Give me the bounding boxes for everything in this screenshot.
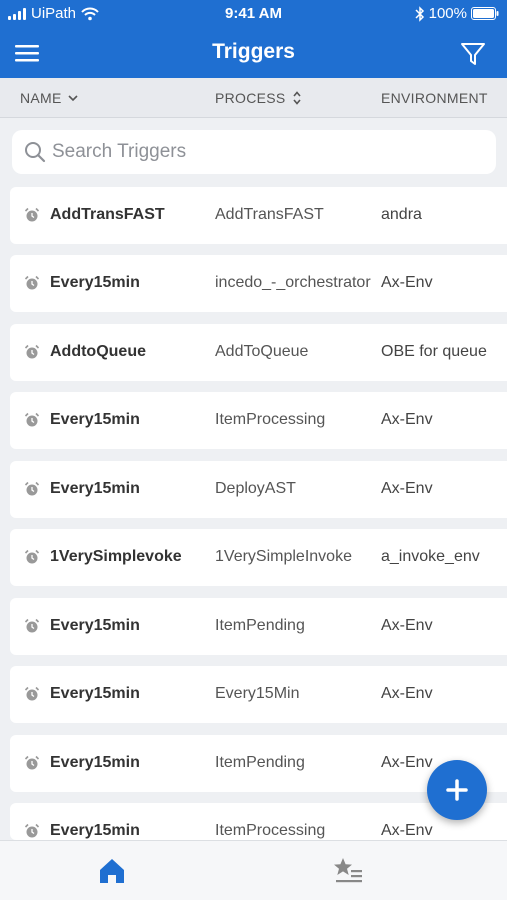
trigger-process: ItemPending [215,617,305,634]
bluetooth-icon [415,5,424,22]
trigger-environment: Ax-Env [381,274,433,291]
battery-icon [471,7,499,20]
plus-icon [446,779,468,801]
trigger-environment: andra [381,206,422,223]
trigger-row[interactable]: 1VerySimplevoke 1VerySimpleInvoke a_invo… [10,529,507,586]
trigger-row[interactable]: AddTransFAST AddTransFAST andra [10,187,507,244]
add-trigger-button[interactable] [427,760,487,820]
trigger-row[interactable]: Every15min ItemProcessing Ax-Env [10,392,507,449]
search-placeholder: Search Triggers [52,141,187,162]
alarm-clock-icon [24,481,40,496]
tab-bar [0,840,507,900]
column-header: NAME PROCESS ENVIRONMENT [0,78,507,118]
trigger-environment: a_invoke_env [381,548,480,565]
trigger-process: 1VerySimpleInvoke [215,548,352,565]
trigger-row[interactable]: Every15min incedo_-_orchestrator Ax-Env [10,255,507,312]
sort-process-header[interactable]: PROCESS [215,90,302,106]
trigger-process: AddToQueue [215,343,309,360]
trigger-process: ItemPending [215,754,305,771]
alarm-clock-icon [24,207,40,222]
trigger-environment: OBE for queue [381,343,487,360]
trigger-process: DeployAST [215,480,296,497]
trigger-environment: Ax-Env [381,754,433,771]
trigger-process: ItemProcessing [215,822,326,839]
alarm-clock-icon [24,412,40,427]
status-right: 100% [415,5,499,22]
trigger-environment: Ax-Env [381,617,433,634]
status-bar: UiPath 9:41 AM 100% [0,0,507,28]
trigger-row[interactable]: Every15min Every15Min Ax-Env [10,666,507,723]
trigger-process: ItemProcessing [215,411,326,428]
alarm-clock-icon [24,618,40,633]
app-header: Triggers [0,28,507,78]
favorites-list-icon[interactable] [332,855,364,887]
home-icon[interactable] [96,855,128,887]
search-input[interactable]: Search Triggers [12,130,496,174]
battery-label: 100% [428,5,467,22]
trigger-process: Every15Min [215,685,300,702]
trigger-name: Every15min [50,822,140,839]
chevron-down-icon [68,95,78,102]
alarm-clock-icon [24,549,40,564]
trigger-name: Every15min [50,274,140,291]
trigger-environment: Ax-Env [381,685,433,702]
trigger-environment: Ax-Env [381,411,433,428]
trigger-process: incedo_-_orchestrator [215,274,371,291]
trigger-name: 1VerySimplevoke [50,548,182,565]
sort-updown-icon [292,91,301,105]
name-column-label: NAME [20,90,62,106]
alarm-clock-icon [24,823,40,838]
alarm-clock-icon [24,755,40,770]
trigger-environment: Ax-Env [381,480,433,497]
process-column-label: PROCESS [215,90,286,106]
page-title: Triggers [212,40,295,63]
trigger-environment: Ax-Env [381,822,433,839]
trigger-name: Every15min [50,480,140,497]
trigger-name: Every15min [50,617,140,634]
trigger-name: Every15min [50,754,140,771]
trigger-row[interactable]: AddtoQueue AddToQueue OBE for queue [10,324,507,381]
trigger-name: AddTransFAST [50,206,165,223]
trigger-process: AddTransFAST [215,206,324,223]
trigger-name: Every15min [50,685,140,702]
search-icon [25,142,46,163]
sort-environment-header[interactable]: ENVIRONMENT [381,90,488,106]
trigger-name: AddtoQueue [50,343,146,360]
trigger-name: Every15min [50,411,140,428]
trigger-row[interactable]: Every15min DeployAST Ax-Env [10,461,507,518]
alarm-clock-icon [24,275,40,290]
trigger-row[interactable]: Every15min ItemPending Ax-Env [10,598,507,655]
environment-column-label: ENVIRONMENT [381,90,488,106]
alarm-clock-icon [24,344,40,359]
sort-name-header[interactable]: NAME [20,90,78,106]
alarm-clock-icon [24,686,40,701]
filter-icon[interactable] [459,40,487,68]
